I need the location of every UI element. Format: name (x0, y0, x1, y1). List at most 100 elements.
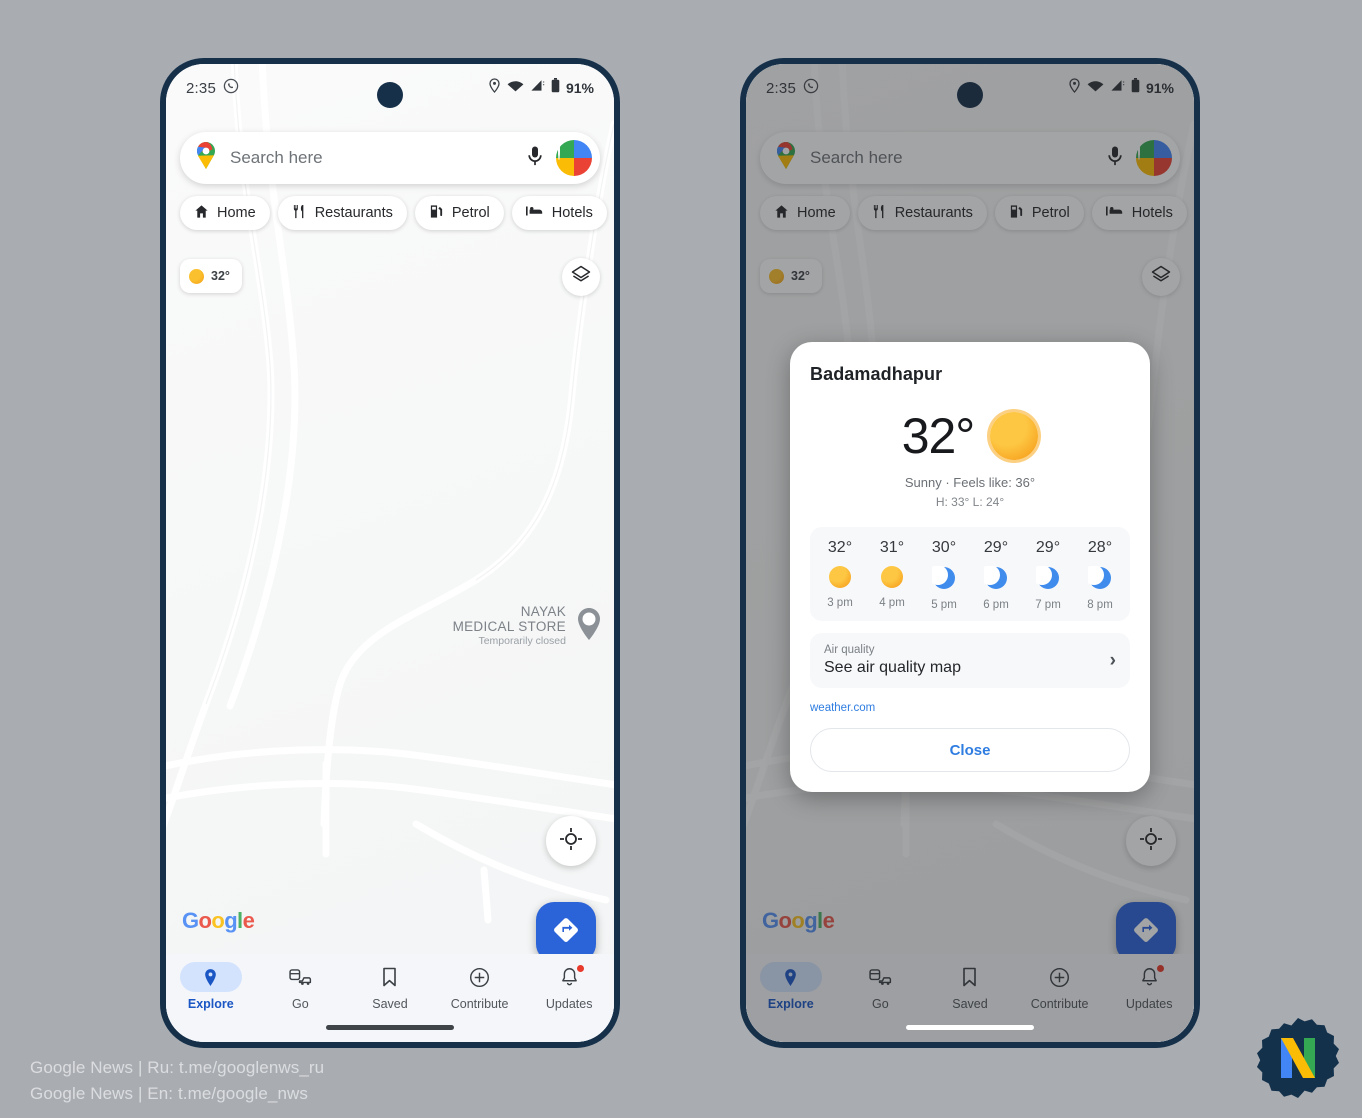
medical-store-pin-icon[interactable] (576, 607, 602, 646)
forecast-time: 7 pm (1035, 599, 1061, 611)
profile-avatar[interactable] (556, 140, 592, 176)
nav-label: Explore (187, 997, 234, 1011)
forecast-temp: 29° (983, 539, 1009, 556)
sun-icon (189, 268, 204, 284)
air-quality-texts: Air quality See air quality map (824, 644, 1110, 677)
home-icon (194, 204, 209, 223)
news-n-badge-logo (1256, 1016, 1340, 1100)
condition-text: Sunny · Feels like: 36° (904, 475, 1036, 490)
status-bar-left: 2:35 (186, 78, 239, 99)
my-location-button[interactable] (546, 816, 596, 866)
forecast-time: 6 pm (983, 599, 1009, 611)
weather-attribution[interactable]: weather.com (810, 702, 1130, 714)
google-wordmark: Google (182, 908, 255, 934)
layers-icon (571, 265, 591, 290)
status-bar-right: 91% (488, 78, 594, 98)
forecast-temp: 29° (1035, 539, 1061, 556)
nav-item-contribute[interactable]: Contribute (435, 962, 525, 1011)
phone-left-screen: NAYAK MEDICAL STORE Temporarily closed G… (166, 64, 614, 1042)
location-pin-icon (488, 78, 501, 98)
nav-item-explore[interactable]: Explore (166, 962, 256, 1011)
battery-icon (551, 78, 560, 98)
battery-percent: 91% (565, 80, 594, 96)
current-temperature-row: 32° (810, 407, 1130, 465)
forecast-hour: 29° 6 pm (970, 539, 1022, 611)
hourly-forecast: 32° 3 pm 31° 4 pm 30° 5 pm 29° 6 pm 29° … (810, 527, 1130, 621)
forecast-time: 3 pm (827, 597, 853, 609)
sun-icon (829, 566, 851, 588)
wordmark-char: G (182, 908, 199, 933)
forecast-time: 4 pm (879, 597, 905, 609)
chip-hotels[interactable]: Hotels (511, 196, 607, 230)
nav-label: Updates (545, 997, 593, 1011)
plus-circle-icon (449, 962, 511, 992)
chip-label: Hotels (551, 205, 593, 221)
status-time: 2:35 (186, 79, 216, 97)
air-quality-action: See air quality map (824, 659, 961, 676)
poi-name-line1: NAYAK (520, 604, 566, 619)
chip-label: Petrol (451, 205, 490, 221)
watermark-line-2: Google News | En: t.me/google_nws (30, 1083, 308, 1103)
dialog-title: Badamadhapur (810, 364, 943, 384)
high-low-text: H: 33° L: 24° (935, 495, 1005, 509)
close-button[interactable]: Close (810, 728, 1130, 772)
nav-item-saved[interactable]: Saved (345, 962, 435, 1011)
chip-home[interactable]: Home (180, 196, 270, 230)
signal-icon (530, 79, 545, 97)
bookmark-icon (359, 962, 421, 992)
wordmark-char: o (211, 908, 225, 933)
weather-chip-temp: 32° (211, 269, 230, 283)
home-indicator[interactable] (326, 1025, 454, 1030)
chip-restaurants[interactable]: Restaurants (277, 196, 407, 230)
weather-chip[interactable]: 32° (180, 259, 242, 293)
moon-icon (1036, 566, 1060, 590)
microphone-icon[interactable] (526, 145, 544, 172)
commute-icon (269, 962, 331, 992)
wordmark-char: g (224, 908, 238, 933)
chip-label: Home (217, 205, 256, 221)
chip-label: Restaurants (314, 205, 393, 221)
nav-item-go[interactable]: Go (256, 962, 346, 1011)
forecast-hour: 28° 8 pm (1074, 539, 1126, 611)
phone-left: NAYAK MEDICAL STORE Temporarily closed G… (160, 58, 620, 1048)
poi-name-line2: MEDICAL STORE (452, 619, 566, 635)
watermark-line-1: Google News | Ru: t.me/googlenws_ru (30, 1058, 325, 1077)
sun-icon (990, 412, 1039, 460)
forecast-time: 5 pm (931, 599, 957, 611)
google-maps-pin-icon (194, 142, 218, 174)
search-bar[interactable]: Search here (180, 132, 600, 184)
forecast-temp: 30° (931, 539, 957, 556)
whatsapp-icon (223, 78, 239, 99)
forecast-hour: 30° 5 pm (918, 539, 970, 611)
nav-label: Contribute (450, 997, 509, 1011)
weather-dialog: Badamadhapur 32° Sunny · Feels like: 36°… (790, 342, 1150, 792)
camera-punch-hole (377, 82, 403, 108)
layers-button[interactable] (562, 258, 600, 296)
moon-icon (984, 566, 1008, 590)
forecast-time: 8 pm (1087, 599, 1113, 611)
air-quality-label: Air quality (824, 644, 875, 656)
directions-button[interactable] (536, 902, 596, 962)
forecast-temp: 28° (1087, 539, 1113, 556)
current-temperature: 32° (901, 408, 976, 464)
air-quality-row[interactable]: Air quality See air quality map › (810, 633, 1130, 688)
fuel-pump-icon (429, 204, 444, 223)
nav-label: Saved (372, 997, 408, 1011)
map-poi-label[interactable]: NAYAK MEDICAL STORE Temporarily closed (453, 604, 566, 648)
wordmark-char: o (198, 908, 212, 933)
restaurant-icon (292, 204, 307, 223)
wordmark-char: e (242, 908, 255, 933)
forecast-hour: 31° 4 pm (866, 539, 918, 611)
home-indicator[interactable] (906, 1025, 1034, 1030)
forecast-temp: 31° (879, 539, 905, 556)
forecast-hour: 32° 3 pm (814, 539, 866, 611)
forecast-hour: 29° 7 pm (1022, 539, 1074, 611)
hotel-bed-icon (525, 204, 544, 222)
nav-item-updates[interactable]: Updates (524, 962, 614, 1011)
avatar-photo (558, 141, 560, 160)
my-location-icon (560, 827, 582, 855)
chevron-right-icon: › (1109, 649, 1116, 671)
search-input[interactable]: Search here (230, 148, 514, 168)
chip-petrol[interactable]: Petrol (414, 196, 504, 230)
watermark-text: Google News | Ru: t.me/googlenws_ru Goog… (30, 1055, 324, 1106)
